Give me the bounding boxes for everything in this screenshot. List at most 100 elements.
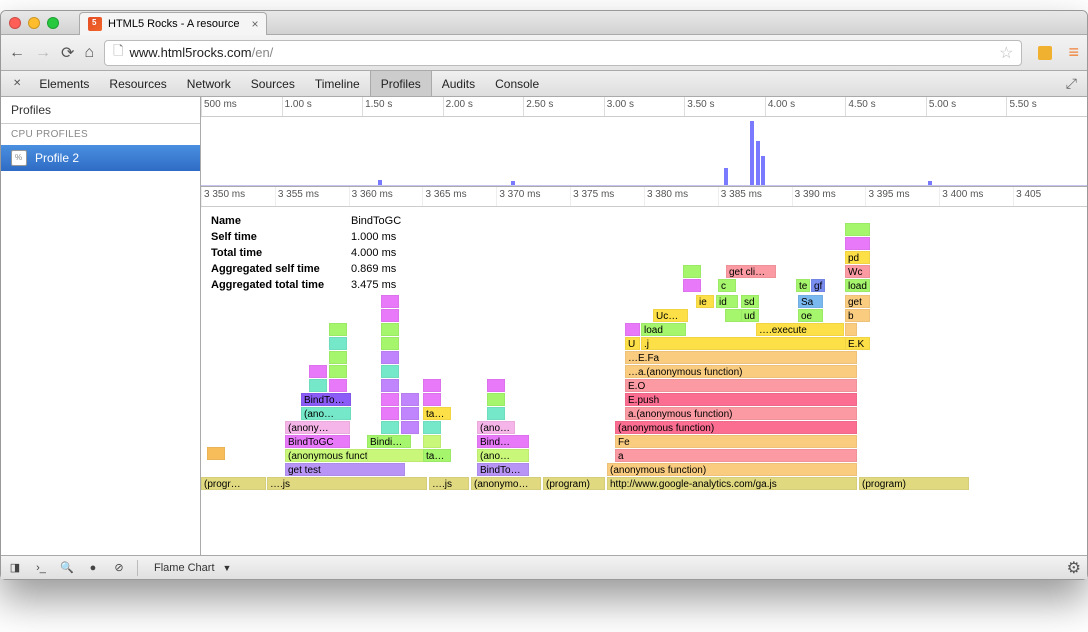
flame-block[interactable] — [845, 323, 857, 336]
flame-block[interactable]: .j — [641, 337, 857, 350]
flame-block[interactable]: pd — [845, 251, 870, 264]
flame-block[interactable]: ie — [696, 295, 714, 308]
devtools-tab-elements[interactable]: Elements — [29, 71, 99, 96]
flame-block[interactable] — [423, 435, 441, 448]
flame-block[interactable]: b — [845, 309, 870, 322]
flame-block[interactable]: Uc… — [653, 309, 688, 322]
flame-block[interactable] — [381, 351, 399, 364]
flame-block[interactable]: (program) — [859, 477, 969, 490]
flame-block[interactable] — [381, 365, 399, 378]
flame-block[interactable] — [329, 365, 347, 378]
window-maximize-button[interactable] — [47, 17, 59, 29]
devtools-tab-resources[interactable]: Resources — [99, 71, 176, 96]
flame-block[interactable]: …E.Fa — [625, 351, 857, 364]
flame-block[interactable] — [401, 421, 419, 434]
flame-block[interactable] — [381, 295, 399, 308]
flame-block[interactable] — [401, 393, 419, 406]
flame-block[interactable]: (ano… — [301, 407, 351, 420]
bookmark-icon[interactable]: ☆ — [999, 43, 1013, 63]
flame-block[interactable]: gf — [811, 279, 825, 292]
profile-item[interactable]: Profile 2 — [1, 145, 200, 171]
flame-block[interactable] — [309, 365, 327, 378]
flame-block[interactable] — [309, 379, 327, 392]
home-button[interactable]: ⌂ — [84, 44, 94, 62]
flame-block[interactable]: ….js — [267, 477, 427, 490]
lock-icon[interactable] — [1038, 46, 1052, 60]
flame-block[interactable] — [367, 449, 427, 462]
timeline-overview-ruler[interactable]: 500 ms1.00 s1.50 s2.00 s2.50 s3.00 s3.50… — [201, 97, 1087, 117]
flame-block[interactable]: get — [845, 295, 870, 308]
devtools-close-button[interactable]: ✕ — [5, 71, 29, 96]
settings-icon[interactable]: ⚙ — [1067, 558, 1081, 578]
window-close-button[interactable] — [9, 17, 21, 29]
flame-block[interactable] — [683, 279, 701, 292]
flame-block[interactable]: ta… — [423, 407, 451, 420]
devtools-tab-sources[interactable]: Sources — [241, 71, 305, 96]
flame-block[interactable]: ….execute — [756, 323, 844, 336]
flame-block[interactable] — [487, 393, 505, 406]
back-button[interactable]: ← — [9, 44, 25, 62]
flame-block[interactable]: BindToGC — [285, 435, 350, 448]
flame-chart[interactable]: NameBindToGC Self time1.000 ms Total tim… — [201, 207, 1087, 555]
flame-block[interactable]: (anonymous function) — [615, 421, 857, 434]
timeline-detail-ruler[interactable]: 3 350 ms3 355 ms3 360 ms3 365 ms3 370 ms… — [201, 187, 1087, 207]
flame-block[interactable]: BindTo… — [477, 463, 529, 476]
flame-block[interactable]: load — [641, 323, 686, 336]
flame-block[interactable] — [381, 379, 399, 392]
flame-block[interactable]: E.O — [625, 379, 857, 392]
flame-block[interactable]: (anonymo… — [471, 477, 541, 490]
flame-block[interactable]: Bind… — [477, 435, 529, 448]
flame-block[interactable]: c — [718, 279, 736, 292]
flame-block[interactable] — [401, 407, 419, 420]
flame-block[interactable]: Bindi… — [367, 435, 411, 448]
flame-block[interactable] — [381, 309, 399, 322]
window-minimize-button[interactable] — [28, 17, 40, 29]
flame-block[interactable]: http://www.google-analytics.com/ga.js — [607, 477, 857, 490]
record-icon[interactable]: ● — [85, 560, 101, 576]
flame-block[interactable] — [329, 323, 347, 336]
devtools-tab-console[interactable]: Console — [485, 71, 549, 96]
flame-block[interactable] — [487, 379, 505, 392]
flame-block[interactable] — [625, 323, 640, 336]
flame-block[interactable] — [381, 323, 399, 336]
flame-block[interactable] — [423, 421, 441, 434]
flame-block[interactable]: (ano… — [477, 421, 515, 434]
devtools-tab-timeline[interactable]: Timeline — [305, 71, 370, 96]
flame-block[interactable]: get cli… — [726, 265, 776, 278]
flame-block[interactable]: te — [796, 279, 810, 292]
menu-icon[interactable]: ≡ — [1068, 42, 1079, 63]
flame-block[interactable] — [845, 223, 870, 236]
address-bar[interactable]: 🗋 www.html5rocks.com /en/ ☆ — [104, 40, 1022, 66]
flame-block[interactable] — [487, 407, 505, 420]
flame-block[interactable]: (anonymous function) — [607, 463, 857, 476]
flame-block[interactable] — [423, 379, 441, 392]
timeline-overview[interactable] — [201, 117, 1087, 187]
devtools-tab-network[interactable]: Network — [177, 71, 241, 96]
flame-block[interactable]: a.(anonymous function) — [625, 407, 857, 420]
flame-block[interactable]: (program) — [543, 477, 605, 490]
flame-block[interactable]: (ano… — [477, 449, 529, 462]
flame-block[interactable]: load — [845, 279, 870, 292]
browser-tab[interactable]: HTML5 Rocks - A resource × — [79, 12, 267, 35]
flame-block[interactable]: Wc — [845, 265, 870, 278]
devtools-tab-audits[interactable]: Audits — [432, 71, 485, 96]
flame-block[interactable] — [329, 337, 347, 350]
clear-icon[interactable]: ⊘ — [111, 560, 127, 576]
flame-block[interactable]: (anony… — [285, 421, 350, 434]
flame-block[interactable]: …a.(anonymous function) — [625, 365, 857, 378]
flame-block[interactable]: a — [615, 449, 857, 462]
flame-block[interactable]: (progr… — [201, 477, 266, 490]
flame-block[interactable] — [845, 237, 870, 250]
flame-block[interactable]: ….js — [429, 477, 469, 490]
flame-block[interactable]: BindTo… — [301, 393, 351, 406]
flame-block[interactable] — [423, 393, 441, 406]
flame-block[interactable]: ta… — [423, 449, 451, 462]
flame-block[interactable] — [381, 421, 399, 434]
flame-block[interactable] — [207, 447, 225, 460]
flame-block[interactable]: E.push — [625, 393, 857, 406]
view-mode-dropdown[interactable]: Flame Chart▼ — [154, 562, 231, 574]
flame-block[interactable]: E.K — [845, 337, 870, 350]
flame-block[interactable]: sd — [741, 295, 759, 308]
flame-block[interactable]: oe — [798, 309, 823, 322]
flame-block[interactable]: U — [625, 337, 640, 350]
